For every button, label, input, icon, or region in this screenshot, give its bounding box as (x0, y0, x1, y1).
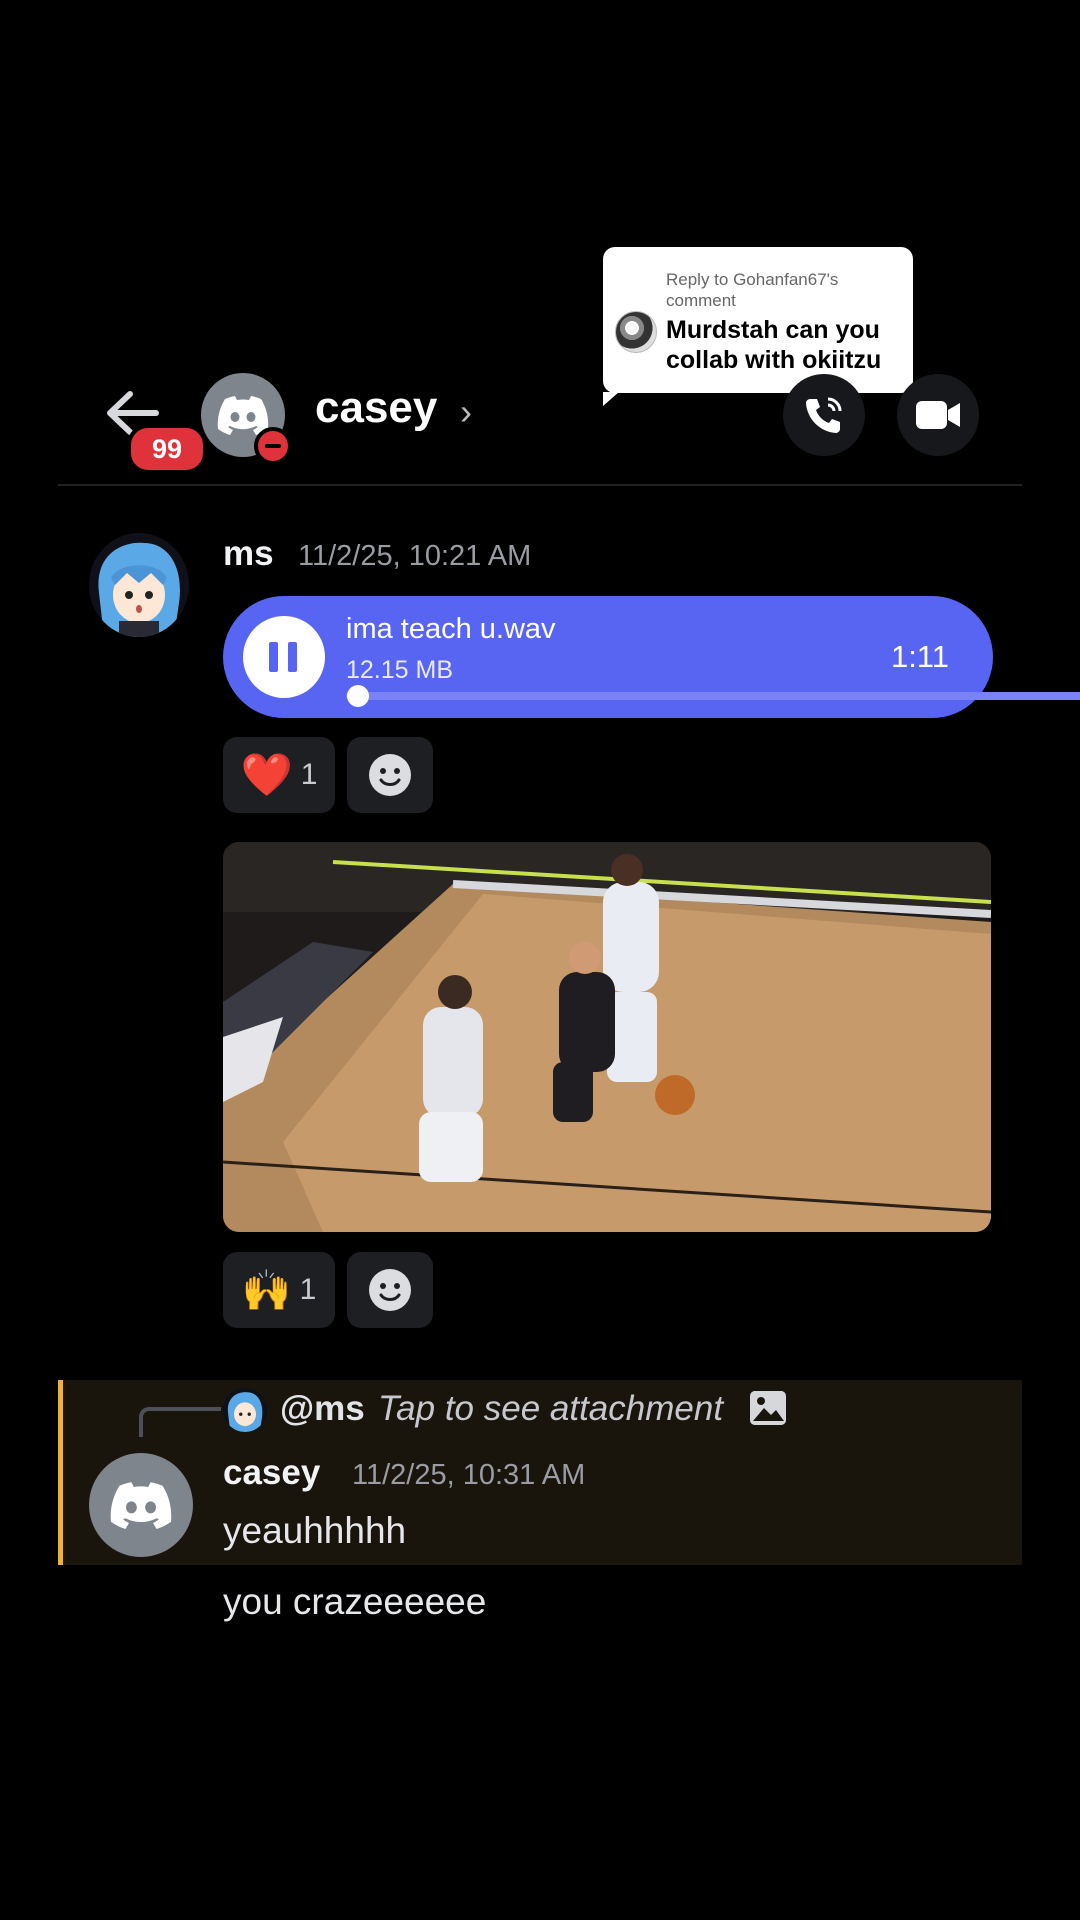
reaction-count: 1 (299, 1273, 317, 1306)
message-text: you crazeeeeee (223, 1581, 487, 1622)
audio-duration: 1:11 (890, 639, 949, 674)
dnd-status-icon (254, 427, 292, 465)
reaction-count: 1 (300, 758, 318, 791)
reply-mention[interactable]: @ms (280, 1389, 365, 1429)
reply-meta: Reply to Gohanfan67's comment (666, 270, 839, 310)
reply-preview-text[interactable]: Tap to see attachment (378, 1389, 723, 1429)
add-reaction-button[interactable] (347, 737, 433, 813)
discord-logo-icon (110, 1482, 172, 1529)
smiley-icon (369, 754, 411, 796)
reply-ms-avatar (223, 1388, 267, 1432)
phone-icon (806, 397, 842, 433)
header-username[interactable]: casey (315, 383, 437, 433)
video-thumbnail (223, 842, 991, 1232)
pause-button[interactable] (243, 616, 325, 698)
image-icon (750, 1391, 786, 1425)
ms-avatar[interactable] (89, 533, 189, 637)
video-call-button[interactable] (897, 374, 979, 456)
chevron-right-icon[interactable]: › (460, 391, 472, 433)
raised-hands-emoji: 🙌 (241, 1268, 292, 1313)
bubble-tail (603, 392, 619, 406)
audio-filesize: 12.15 MB (346, 656, 454, 684)
reaction-heart[interactable]: ❤️ 1 (223, 737, 335, 813)
smiley-icon (369, 1269, 411, 1311)
header-divider (58, 484, 1022, 486)
video-camera-icon (916, 401, 960, 429)
reply-comment-text: Murdstah can you collab with okiitzu (666, 316, 882, 374)
message-author[interactable]: ms (223, 534, 274, 574)
add-reaction-button[interactable] (347, 1252, 433, 1328)
message-author[interactable]: casey (223, 1453, 320, 1493)
commenter-avatar (615, 311, 657, 353)
message-timestamp: 11/2/25, 10:21 AM (298, 540, 532, 572)
unread-badge: 99 (127, 424, 207, 474)
video-attachment[interactable] (223, 842, 991, 1232)
mention-bar (58, 1380, 63, 1565)
message-timestamp: 11/2/25, 10:31 AM (352, 1459, 586, 1491)
message-text: yeauhhhhh (223, 1510, 407, 1551)
heart-emoji: ❤️ (240, 750, 293, 798)
casey-avatar[interactable] (89, 1453, 193, 1557)
audio-scrubber-handle[interactable] (347, 685, 369, 707)
discord-logo-icon (217, 396, 269, 435)
audio-progress-track[interactable] (346, 692, 1080, 700)
audio-filename: ima teach u.wav (346, 613, 556, 645)
voice-call-button[interactable] (783, 374, 865, 456)
reaction-raised-hands[interactable]: 🙌 1 (223, 1252, 335, 1328)
audio-attachment[interactable]: ima teach u.wav 12.15 MB 1:11 (223, 596, 1080, 718)
reply-connector (139, 1407, 221, 1437)
reply-comment-bubble[interactable]: Reply to Gohanfan67's comment Murdstah c… (603, 247, 913, 406)
